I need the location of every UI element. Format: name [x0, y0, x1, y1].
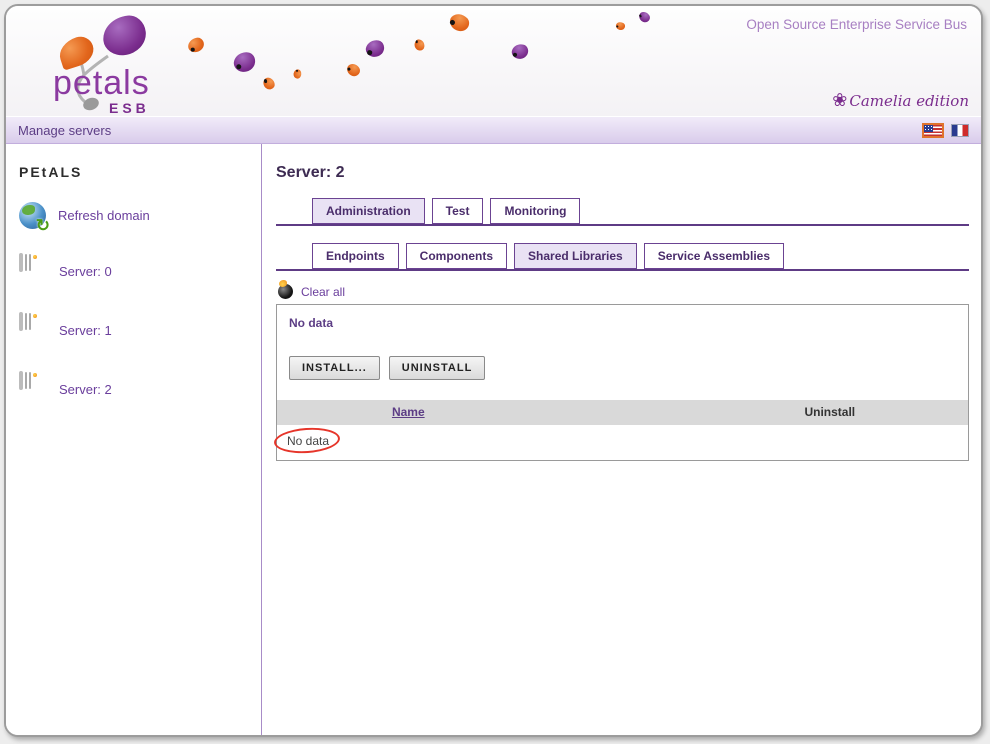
computer-icon: [19, 373, 47, 406]
server-label: Server: 2: [59, 382, 112, 397]
header: petals ESB Open Source Enterprise Servic…: [6, 6, 981, 116]
petal-decoration: [263, 77, 276, 91]
us-flag-icon[interactable]: [922, 123, 944, 138]
logo-esb-label: ESB: [109, 100, 150, 116]
bomb-icon: [278, 284, 293, 299]
content: PEtALS Refresh domain Server: 0 Server: …: [6, 144, 981, 737]
column-spacer: [540, 400, 692, 425]
petal-decoration: [510, 42, 529, 61]
sidebar: PEtALS Refresh domain Server: 0 Server: …: [6, 144, 262, 737]
edition-text: Camelia edition: [849, 92, 969, 110]
table-row: No data: [277, 425, 968, 460]
camelia-flower-icon: ❀: [832, 90, 847, 111]
petal-decoration: [233, 51, 257, 74]
main-panel: Server: 2 Administration Test Monitoring…: [262, 144, 981, 737]
fr-flag-icon[interactable]: [951, 124, 969, 137]
tab-test[interactable]: Test: [432, 198, 484, 224]
sidebar-item-server-1[interactable]: Server: 1: [19, 314, 261, 347]
manage-servers-label: Manage servers: [18, 123, 111, 138]
tab-service-assemblies[interactable]: Service Assemblies: [644, 243, 784, 269]
refresh-domain-label: Refresh domain: [58, 208, 150, 223]
column-header-uninstall: Uninstall: [692, 400, 968, 425]
sidebar-item-refresh-domain[interactable]: Refresh domain: [19, 202, 261, 229]
tab-administration[interactable]: Administration: [312, 198, 425, 224]
server-label: Server: 0: [59, 264, 112, 279]
language-switcher: [922, 123, 969, 138]
petal-decoration: [345, 61, 362, 78]
column-header-name[interactable]: Name: [392, 405, 425, 419]
petals-esb-logo: petals ESB: [51, 12, 211, 116]
install-button[interactable]: INSTALL...: [289, 356, 380, 380]
red-ellipse-annotation: [273, 426, 341, 456]
table-header-row: Name Uninstall: [277, 400, 968, 425]
tagline: Open Source Enterprise Service Bus: [746, 17, 967, 32]
petal-decoration: [414, 39, 425, 51]
petal-decoration: [637, 10, 651, 25]
app-window: petals ESB Open Source Enterprise Servic…: [4, 4, 983, 737]
logo-wordmark: petals: [53, 64, 150, 103]
petal-decoration: [615, 20, 627, 31]
server-label: Server: 1: [59, 323, 112, 338]
sidebar-title: PEtALS: [19, 164, 261, 180]
tab-components[interactable]: Components: [406, 243, 507, 269]
edition-label: ❀ Camelia edition: [832, 90, 969, 111]
tab-endpoints[interactable]: Endpoints: [312, 243, 399, 269]
shared-libraries-panel: No data INSTALL... UNINSTALL Name Uninst…: [276, 304, 969, 461]
globe-refresh-icon: [19, 202, 46, 229]
computer-icon: [19, 255, 47, 288]
sidebar-item-server-2[interactable]: Server: 2: [19, 373, 261, 406]
page-title: Server: 2: [276, 164, 969, 182]
petal-decoration: [447, 10, 472, 35]
tab-monitoring[interactable]: Monitoring: [490, 198, 580, 224]
tabbar-primary: Administration Test Monitoring: [276, 198, 969, 226]
tabbar-secondary: Endpoints Components Shared Libraries Se…: [276, 243, 969, 271]
sidebar-item-server-0[interactable]: Server: 0: [19, 255, 261, 288]
computer-icon: [19, 314, 47, 347]
tab-shared-libraries[interactable]: Shared Libraries: [514, 243, 637, 269]
button-row: INSTALL... UNINSTALL: [289, 356, 956, 380]
petal-decoration: [365, 39, 386, 59]
clear-all-link[interactable]: Clear all: [278, 284, 368, 299]
clear-all-label: Clear all: [301, 285, 345, 299]
petal-decoration: [292, 68, 303, 80]
manage-servers-bar: Manage servers: [6, 116, 981, 144]
no-data-message: No data: [277, 305, 968, 330]
shared-libraries-table: Name Uninstall No data: [277, 400, 968, 460]
uninstall-button[interactable]: UNINSTALL: [389, 356, 486, 380]
